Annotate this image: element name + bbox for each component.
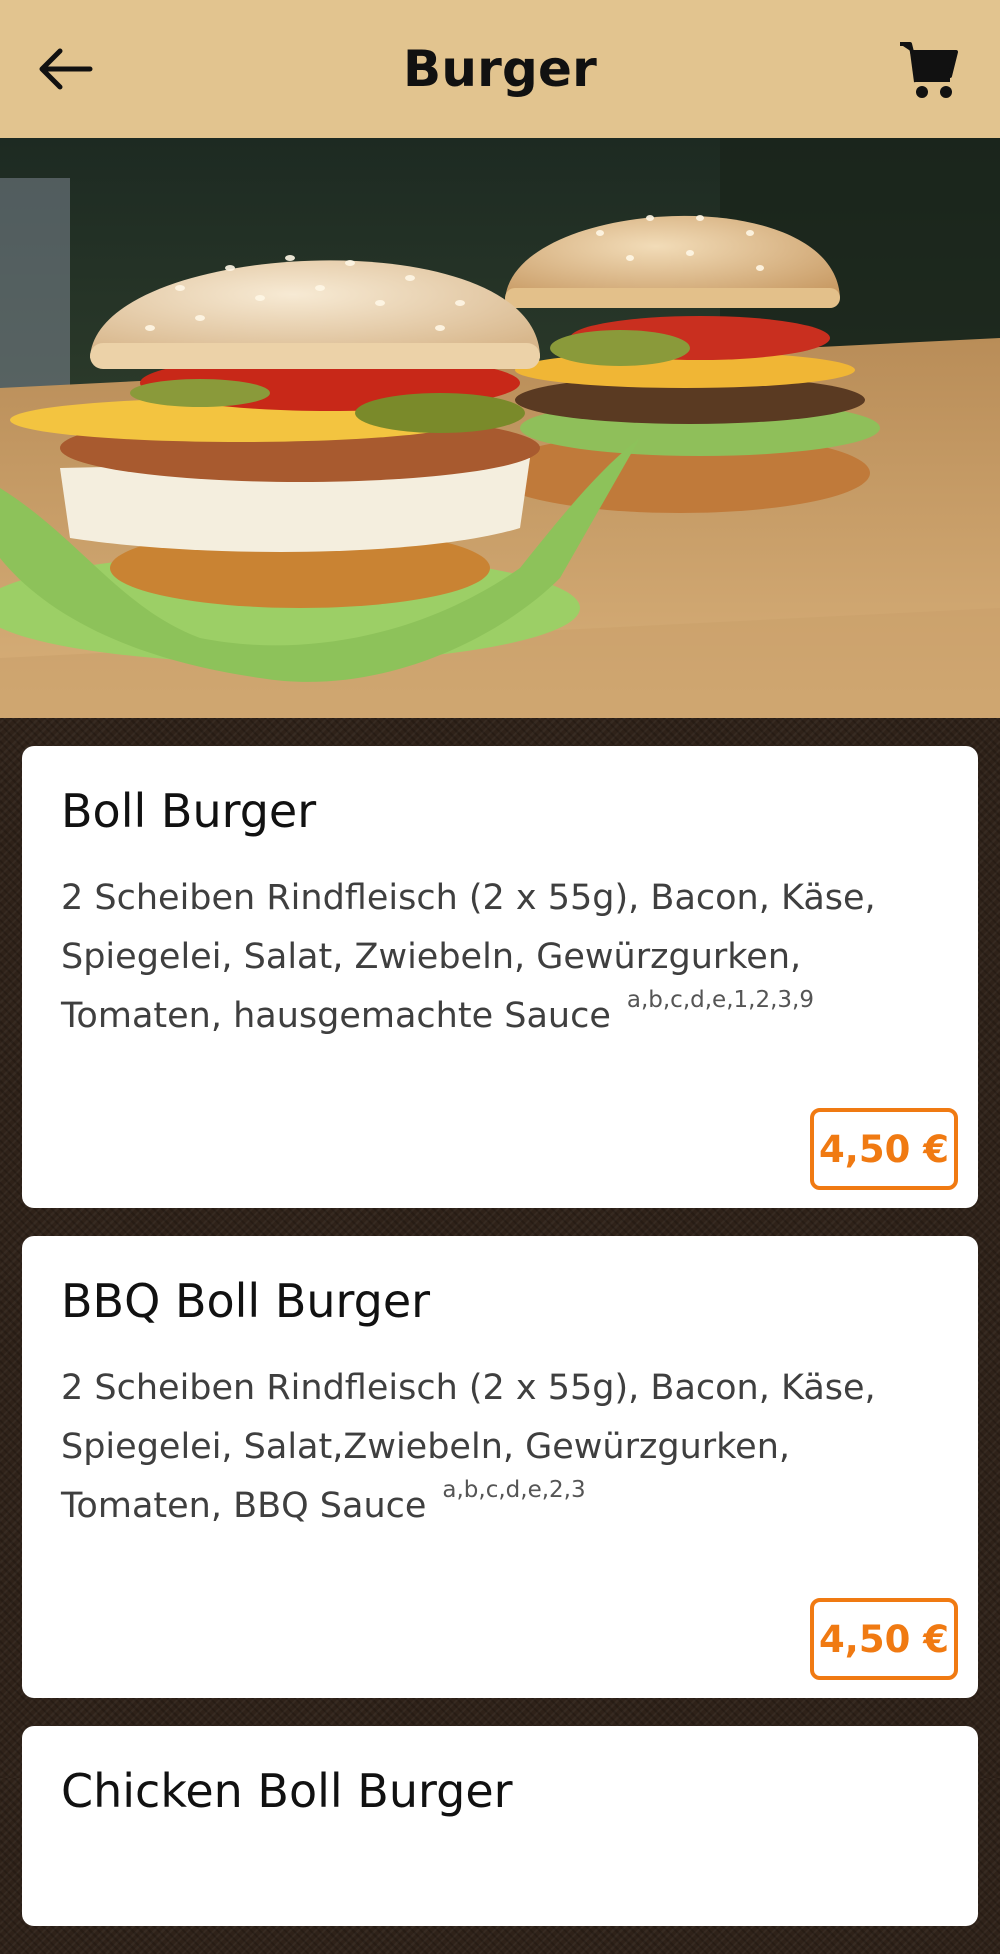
arrow-left-icon bbox=[39, 48, 93, 90]
back-button[interactable] bbox=[34, 40, 96, 98]
price-button[interactable]: 4,50 € bbox=[810, 1108, 958, 1190]
menu-item-card[interactable]: Chicken Boll Burger bbox=[22, 1726, 978, 1926]
allergen-codes: a,b,c,d,e,2,3 bbox=[442, 1477, 586, 1504]
burger-photo bbox=[0, 138, 1000, 718]
hero-image bbox=[0, 138, 1000, 718]
page-title: Burger bbox=[403, 40, 597, 98]
menu-item-name: Boll Burger bbox=[61, 784, 317, 838]
cart-button[interactable] bbox=[896, 36, 962, 102]
menu-item-description: 2 Scheiben Rindfleisch (2 x 55g), Bacon,… bbox=[61, 869, 940, 1050]
app-bar: Burger bbox=[0, 0, 1000, 138]
menu-item-name: Chicken Boll Burger bbox=[61, 1764, 513, 1818]
shopping-cart-icon bbox=[900, 42, 958, 98]
menu-item-name: BBQ Boll Burger bbox=[61, 1274, 431, 1328]
menu-item-card[interactable]: BBQ Boll Burger 2 Scheiben Rindfleisch (… bbox=[22, 1236, 978, 1698]
menu-item-card[interactable]: Boll Burger 2 Scheiben Rindfleisch (2 x … bbox=[22, 746, 978, 1208]
allergen-codes: a,b,c,d,e,1,2,3,9 bbox=[626, 987, 814, 1014]
price-button[interactable]: 4,50 € bbox=[810, 1598, 958, 1680]
menu-list: Boll Burger 2 Scheiben Rindfleisch (2 x … bbox=[22, 746, 978, 1954]
menu-item-description: 2 Scheiben Rindfleisch (2 x 55g), Bacon,… bbox=[61, 1359, 940, 1540]
